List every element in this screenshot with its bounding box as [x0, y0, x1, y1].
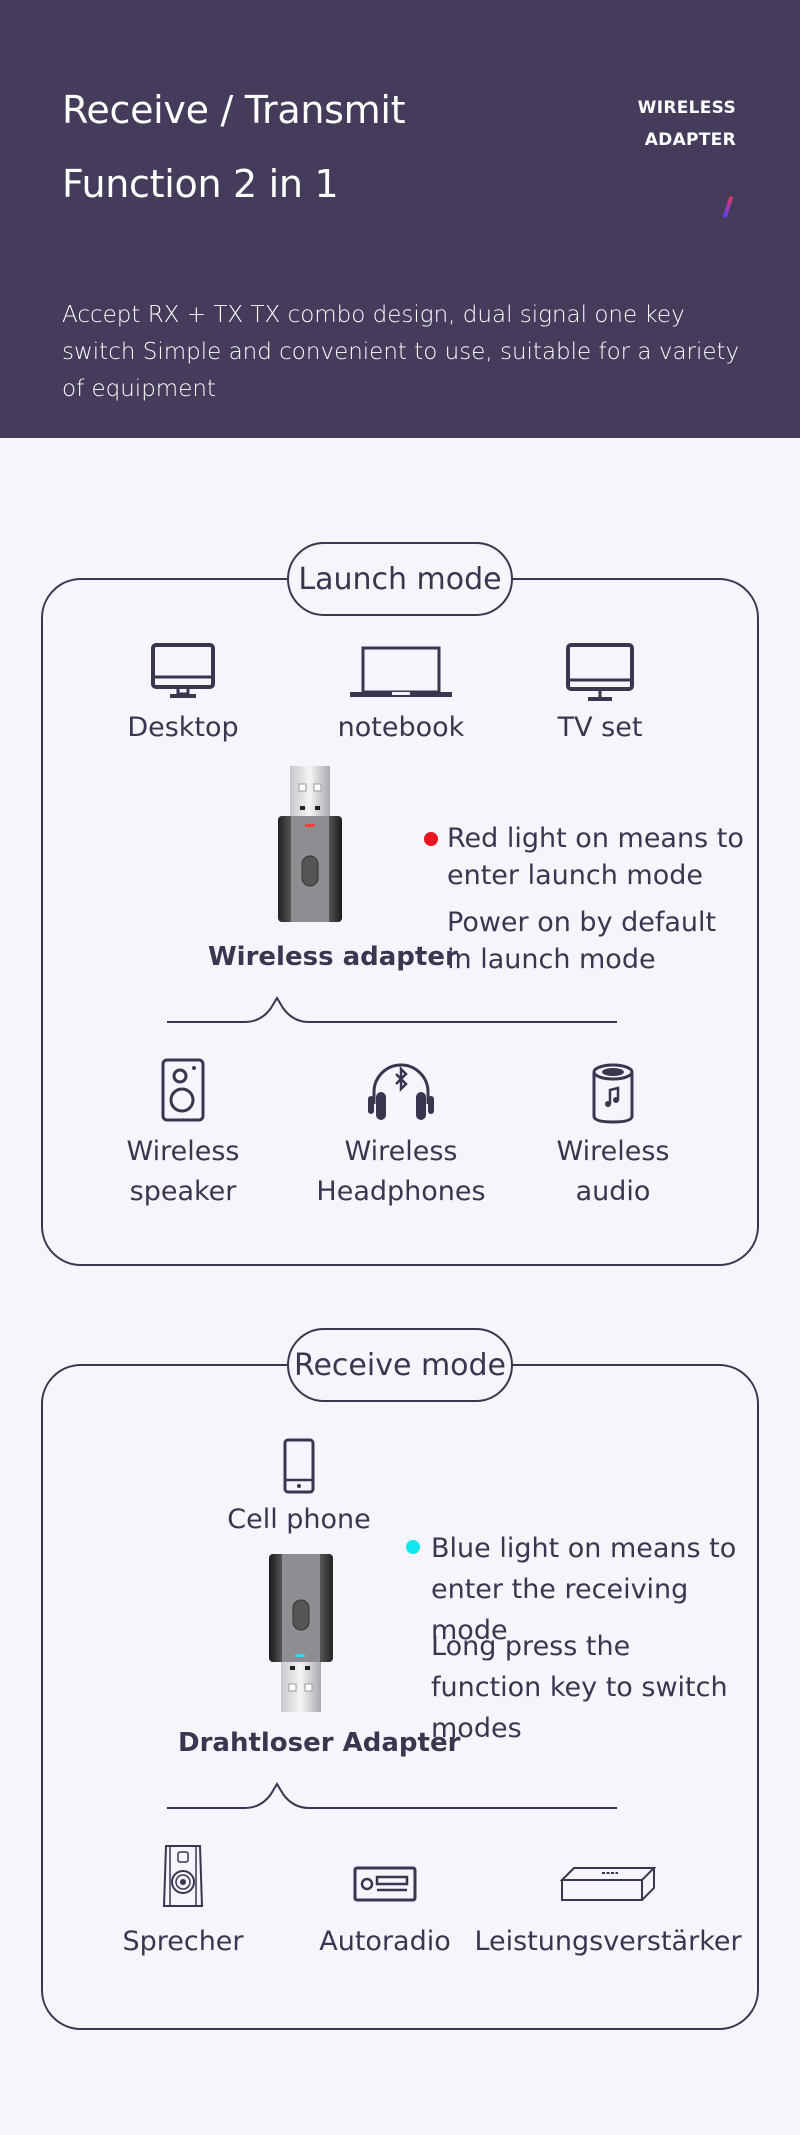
brand-line1: WIRELESS — [637, 98, 736, 118]
target-speaker-line1: Wireless — [126, 1136, 240, 1167]
source-desktop-label: Desktop — [127, 712, 239, 743]
speaker-icon — [161, 1058, 205, 1122]
brand-label: WIRELESS ADAPTER — [638, 92, 736, 156]
launch-note-red-light: Red light on means to enter launch mode — [447, 823, 744, 891]
hero-title-line1: Receive / Transmit — [62, 88, 406, 132]
target-leistungsverstaerker: Leistungsverstärker — [474, 1866, 742, 1962]
red-indicator-dot — [424, 832, 438, 846]
source-notebook-label: notebook — [337, 712, 465, 743]
car-radio-icon — [353, 1866, 417, 1902]
target-leistungsverstaerker-label: Leistungsverstärker — [474, 1926, 742, 1957]
target-speaker-line2: speaker — [129, 1176, 237, 1207]
hero-description: Accept RX + TX TX combo design, dual sig… — [62, 302, 740, 402]
usb-adapter-icon — [269, 1554, 333, 1712]
source-tv: TV set — [530, 642, 670, 748]
source-desktop: Desktop — [113, 642, 253, 748]
blue-indicator-dot — [406, 1540, 420, 1554]
target-autoradio-label: Autoradio — [319, 1926, 451, 1957]
receive-mode-panel: Receive mode Cell phone Drahtloser Adapt… — [41, 1328, 759, 2030]
launch-mode-title: Launch mode — [287, 542, 513, 616]
amplifier-icon — [560, 1867, 656, 1901]
laptop-icon — [350, 646, 452, 697]
target-sprecher: Sprecher — [113, 1844, 253, 1962]
target-wireless-headphones: Wireless Headphones — [316, 1058, 486, 1212]
target-autoradio: Autoradio — [305, 1866, 465, 1962]
receive-note-long-press: Long press the function key to switch mo… — [431, 1631, 728, 1744]
receive-adapter-label: Drahtloser Adapter — [178, 1728, 461, 1758]
source-cell-phone: Cell phone — [227, 1438, 371, 1540]
target-wireless-audio: Wireless audio — [543, 1062, 683, 1212]
source-notebook: notebook — [331, 646, 471, 748]
target-headphones-line1: Wireless — [344, 1136, 458, 1167]
source-cell-phone-label: Cell phone — [227, 1504, 371, 1535]
hero-banner: Receive / Transmit Function 2 in 1 WIREL… — [0, 0, 800, 438]
brand-line2: ADAPTER — [644, 130, 736, 150]
launch-mode-panel: Launch mode Desktop notebook TV set Wire… — [41, 542, 759, 1266]
source-tv-label: TV set — [557, 712, 643, 743]
launch-note-default: Power on by default in launch mode — [447, 907, 717, 975]
desktop-icon — [151, 643, 215, 698]
target-wireless-speaker: Wireless speaker — [113, 1058, 253, 1212]
bookshelf-speaker-icon — [162, 1845, 204, 1907]
bluetooth-headphones-icon — [368, 1063, 434, 1120]
brace-divider — [167, 996, 617, 1023]
tv-icon — [566, 643, 634, 701]
target-audio-line2: audio — [575, 1176, 651, 1207]
receive-mode-title: Receive mode — [287, 1328, 513, 1402]
smart-speaker-icon — [592, 1063, 634, 1124]
launch-adapter-label: Wireless adapter — [208, 942, 458, 972]
target-headphones-line2: Headphones — [316, 1176, 486, 1207]
phone-icon — [283, 1438, 315, 1494]
accent-slash-icon — [722, 195, 734, 219]
target-sprecher-label: Sprecher — [122, 1926, 244, 1957]
hero-title-line2: Function 2 in 1 — [62, 162, 339, 206]
usb-adapter-icon — [278, 766, 342, 922]
brace-divider — [167, 1782, 617, 1809]
target-audio-line1: Wireless — [556, 1136, 670, 1167]
